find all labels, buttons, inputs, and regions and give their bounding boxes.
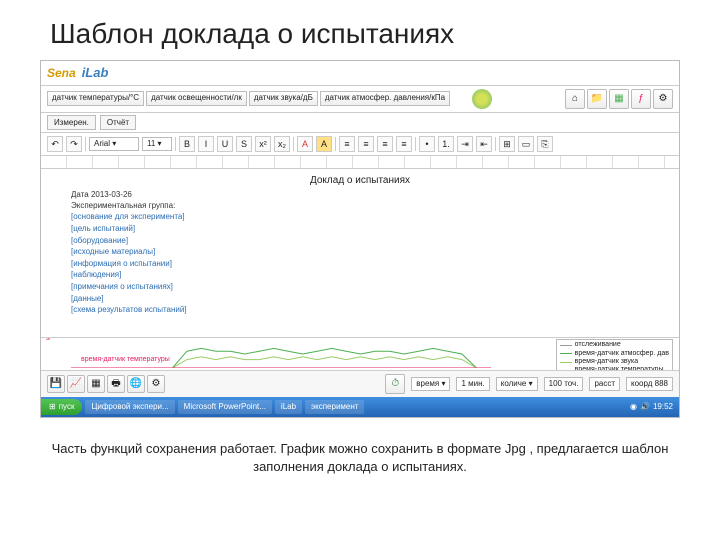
image-icon[interactable]: ▦ xyxy=(609,89,629,109)
chart-preview[interactable]: ия атмосф время-датчик температуры отсле… xyxy=(41,337,679,370)
document-area[interactable]: Доклад о испытаниях Дата 2013-03-26 Эксп… xyxy=(41,169,679,337)
copy-button[interactable]: ⎘ xyxy=(537,136,553,152)
save-icon[interactable]: 💾 xyxy=(47,375,65,393)
highlight-button[interactable]: A xyxy=(316,136,332,152)
font-name-select[interactable]: Arial ▾ xyxy=(89,137,139,151)
status-bar: 💾 📈 ▦ 🖶 🌐 ⚙ ⏱ время ▾ 1 мин. количе ▾ 10… xyxy=(41,370,679,397)
doc-field-info[interactable]: [информация о испытании] xyxy=(71,259,649,269)
count-value[interactable]: 100 точ. xyxy=(544,377,584,391)
gear-icon[interactable]: ⚙ xyxy=(147,375,165,393)
app-header: Sena iLab xyxy=(41,61,679,86)
home-icon[interactable]: ⌂ xyxy=(565,89,585,109)
count-label[interactable]: количе ▾ xyxy=(496,377,538,391)
coord-label: коорд 888 xyxy=(626,377,673,391)
undo-button[interactable]: ↶ xyxy=(47,136,63,152)
strike-button[interactable]: S xyxy=(236,136,252,152)
brand-sena: Sena xyxy=(47,66,76,80)
subscript-button[interactable]: x₂ xyxy=(274,136,290,152)
taskbar-item-1[interactable]: Цифровой экспери... xyxy=(85,400,174,414)
doc-field-materials[interactable]: [исходные материалы] xyxy=(71,247,649,257)
indent-button[interactable]: ⇥ xyxy=(457,136,473,152)
font-size-select[interactable]: 11 ▾ xyxy=(142,137,172,151)
tray-icon[interactable]: ◉ xyxy=(630,402,637,412)
underline-button[interactable]: U xyxy=(217,136,233,152)
header-actions: ⌂ 📁 ▦ ƒ ⚙ xyxy=(565,89,673,109)
document-heading: Доклад о испытаниях xyxy=(71,175,649,187)
tab-row: Измерен. Отчёт xyxy=(41,113,679,134)
tab-measure[interactable]: Измерен. xyxy=(47,115,96,131)
fx-icon[interactable]: ƒ xyxy=(631,89,651,109)
taskbar-item-2[interactable]: Microsoft PowerPoint... xyxy=(178,400,272,414)
settings-icon[interactable]: ⚙ xyxy=(653,89,673,109)
doc-field-goal[interactable]: [цель испытаний] xyxy=(71,224,649,234)
ilab-app-window: Sena iLab датчик температуры/°С датчик о… xyxy=(40,60,680,418)
windows-taskbar: ⊞пуск Цифровой экспери... Microsoft Powe… xyxy=(41,397,679,417)
doc-field-data[interactable]: [данные] xyxy=(71,294,649,304)
tray-icon[interactable]: 🔊 xyxy=(640,402,650,412)
tab-report[interactable]: Отчёт xyxy=(100,115,136,131)
start-button[interactable]: ⊞пуск xyxy=(41,399,82,415)
ruler xyxy=(41,156,679,169)
editor-toolbar: ↶ ↷ Arial ▾ 11 ▾ B I U S x² x₂ A A ≡ ≡ ≡… xyxy=(41,133,679,156)
chart-inline-label: время-датчик температуры xyxy=(81,356,170,364)
doc-field-notes[interactable]: [примечания о испытаниях] xyxy=(71,282,649,292)
time-label[interactable]: время ▾ xyxy=(411,377,450,391)
slide-title: Шаблон доклада о испытаниях xyxy=(50,18,720,50)
color-button[interactable]: A xyxy=(297,136,313,152)
brand-ilab: iLab xyxy=(82,65,109,81)
bullets-button[interactable]: • xyxy=(419,136,435,152)
doc-field-observations[interactable]: [наблюдения] xyxy=(71,270,649,280)
taskbar-item-4[interactable]: эксперимент xyxy=(305,400,364,414)
table-button[interactable]: ⊞ xyxy=(499,136,515,152)
sensor-sound[interactable]: датчик звука/дБ xyxy=(249,91,318,106)
image-button[interactable]: ▭ xyxy=(518,136,534,152)
chart-icon[interactable]: 📈 xyxy=(67,375,85,393)
sensor-light[interactable]: датчик освещенности/лк xyxy=(146,91,247,106)
time-unit[interactable]: 1 мин. xyxy=(456,377,489,391)
numbers-button[interactable]: 1. xyxy=(438,136,454,152)
bold-button[interactable]: B xyxy=(179,136,195,152)
sensor-temperature[interactable]: датчик температуры/°С xyxy=(47,91,144,106)
doc-date: Дата 2013-03-26 xyxy=(71,190,649,200)
align-center-button[interactable]: ≡ xyxy=(358,136,374,152)
doc-field-equipment[interactable]: [оборудование] xyxy=(71,236,649,246)
align-right-button[interactable]: ≡ xyxy=(377,136,393,152)
folder-icon[interactable]: 📁 xyxy=(587,89,607,109)
outdent-button[interactable]: ⇤ xyxy=(476,136,492,152)
time-mode-icon[interactable]: ⏱ xyxy=(385,374,405,394)
doc-field-basis[interactable]: [основание для эксперимента] xyxy=(71,212,649,222)
italic-button[interactable]: I xyxy=(198,136,214,152)
superscript-button[interactable]: x² xyxy=(255,136,271,152)
sensor-pressure[interactable]: датчик атмосфер. давления/кПа xyxy=(320,91,450,106)
slide-caption: Часть функций сохранения работает. Графи… xyxy=(50,440,670,476)
world-icon[interactable]: 🌐 xyxy=(127,375,145,393)
tray-clock: 19:52 xyxy=(653,402,673,412)
flower-icon xyxy=(472,89,492,109)
table-icon[interactable]: ▦ xyxy=(87,375,105,393)
chart-y-axis-label: ия атмосф xyxy=(45,337,53,340)
system-tray[interactable]: ◉ 🔊 19:52 xyxy=(624,400,679,414)
doc-group: Экспериментальная группа: xyxy=(71,201,649,211)
taskbar-item-3[interactable]: iLab xyxy=(275,400,302,414)
redo-button[interactable]: ↷ xyxy=(66,136,82,152)
sensor-bar: датчик температуры/°С датчик освещенност… xyxy=(41,86,679,113)
align-justify-button[interactable]: ≡ xyxy=(396,136,412,152)
distance-label[interactable]: расст xyxy=(589,377,620,391)
align-left-button[interactable]: ≡ xyxy=(339,136,355,152)
chart-legend: отслеживание время-датчик атмосфер. дав … xyxy=(556,339,673,370)
doc-field-schema[interactable]: [схема результатов испытаний] xyxy=(71,305,649,315)
print-icon[interactable]: 🖶 xyxy=(107,375,125,393)
